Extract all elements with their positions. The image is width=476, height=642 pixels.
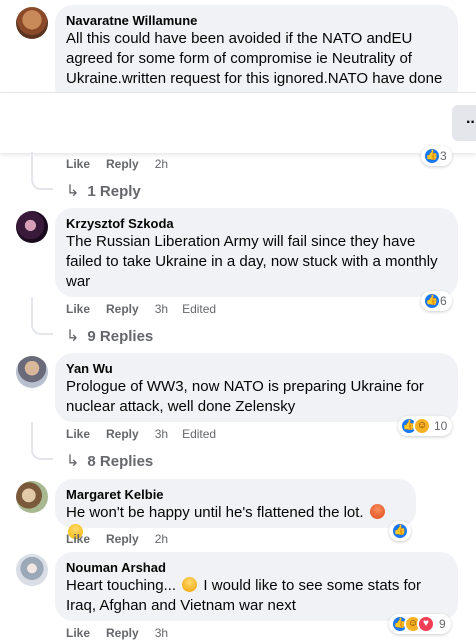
like-button[interactable]: Like: [66, 302, 90, 316]
avatar[interactable]: [16, 356, 48, 388]
like-reaction-icon: 👍: [423, 147, 441, 165]
reaction-summary[interactable]: 👍 ☺ ♥ 9: [389, 614, 451, 634]
comment-timestamp[interactable]: 2h: [155, 532, 168, 546]
comment-bubble: Nouman Arshad Heart touching... I would …: [55, 552, 458, 621]
love-reaction-icon: ♥: [417, 615, 435, 633]
comment-author[interactable]: Nouman Arshad: [66, 560, 446, 575]
sticky-header-bar: ··: [0, 92, 476, 153]
like-reaction-icon: 👍: [391, 522, 409, 540]
replies-count: 1 Reply: [87, 182, 141, 200]
comment-author[interactable]: Navaratne Willamune: [66, 13, 446, 28]
replies-count: 9 Replies: [87, 327, 154, 345]
comment-timestamp[interactable]: 3h: [155, 302, 168, 316]
reply-button[interactable]: Reply: [106, 626, 139, 640]
like-button[interactable]: Like: [66, 427, 90, 441]
reaction-count: 9: [439, 617, 446, 631]
view-replies-link[interactable]: ↳ 9 Replies: [66, 326, 153, 346]
reply-arrow-icon: ↳: [66, 183, 80, 200]
edited-label[interactable]: Edited: [182, 427, 216, 441]
reply-button[interactable]: Reply: [106, 427, 139, 441]
view-replies-link[interactable]: ↳ 8 Replies: [66, 451, 153, 471]
thread-line: [31, 297, 53, 335]
comment-author[interactable]: Yan Wu: [66, 361, 446, 376]
haha-reaction-icon: ☺: [413, 417, 431, 435]
avatar[interactable]: [16, 554, 48, 586]
reaction-count: 6: [440, 294, 447, 308]
more-options-icon: ··: [466, 114, 476, 131]
reply-button[interactable]: Reply: [106, 532, 139, 546]
like-reaction-icon: 👍: [423, 292, 441, 310]
reply-button[interactable]: Reply: [106, 302, 139, 316]
comment-text: Prologue of WW3, now NATO is preparing U…: [66, 378, 424, 415]
like-button[interactable]: Like: [66, 626, 90, 640]
comment-timestamp[interactable]: 3h: [155, 427, 168, 441]
like-button[interactable]: Like: [66, 157, 90, 171]
avatar[interactable]: [16, 481, 48, 513]
reaction-count: 10: [434, 419, 448, 433]
comment-author[interactable]: Krzysztof Szkoda: [66, 216, 446, 231]
comment-bubble: Margaret Kelbie He won't be happy until …: [55, 479, 416, 539]
reaction-summary[interactable]: 👍 ☺ 10: [398, 416, 453, 436]
fearful-emoji-icon: [182, 577, 198, 592]
comment-bubble: Yan Wu Prologue of WW3, now NATO is prep…: [55, 353, 458, 422]
more-options-button[interactable]: ··: [452, 105, 476, 141]
like-button[interactable]: Like: [66, 532, 90, 546]
avatar[interactable]: [16, 211, 48, 243]
comment-actions: Like Reply 2h: [66, 532, 182, 546]
thread-line: [31, 152, 53, 190]
comment-bubble: Navaratne Willamune All this could have …: [55, 5, 458, 105]
edited-label[interactable]: Edited: [182, 302, 216, 316]
reaction-summary[interactable]: 👍: [389, 521, 411, 541]
reply-button[interactable]: Reply: [106, 157, 139, 171]
avatar[interactable]: [16, 7, 48, 39]
comment-text: Heart touching... I would like to see so…: [66, 576, 446, 616]
comment-actions: Like Reply 2h: [66, 157, 182, 171]
replies-count: 8 Replies: [87, 452, 154, 470]
comment-actions: Like Reply 3h: [66, 626, 182, 640]
comment-text-part: Heart touching...: [66, 577, 177, 594]
view-replies-link[interactable]: ↳ 1 Reply: [66, 181, 141, 201]
reply-arrow-icon: ↳: [66, 453, 80, 470]
angry-emoji-icon: [369, 504, 385, 519]
comment-text: The Russian Liberation Army will fail si…: [66, 233, 438, 290]
reaction-count: 3: [440, 149, 447, 163]
thread-line: [31, 422, 53, 460]
comment-timestamp[interactable]: 3h: [155, 626, 168, 640]
comment-text-body: He won't be happy until he's flattened t…: [66, 504, 364, 521]
comment-bubble: Krzysztof Szkoda The Russian Liberation …: [55, 208, 458, 297]
comment-actions: Like Reply 3h Edited: [66, 427, 216, 441]
comment-actions: Like Reply 3h Edited: [66, 302, 216, 316]
reaction-summary[interactable]: 👍 6: [421, 291, 452, 311]
reply-arrow-icon: ↳: [66, 328, 80, 345]
reaction-summary[interactable]: 👍 3: [421, 146, 452, 166]
comment-author[interactable]: Margaret Kelbie: [66, 487, 404, 502]
comment-timestamp[interactable]: 2h: [155, 157, 168, 171]
comment-text: All this could have been avoided if the …: [66, 30, 443, 87]
